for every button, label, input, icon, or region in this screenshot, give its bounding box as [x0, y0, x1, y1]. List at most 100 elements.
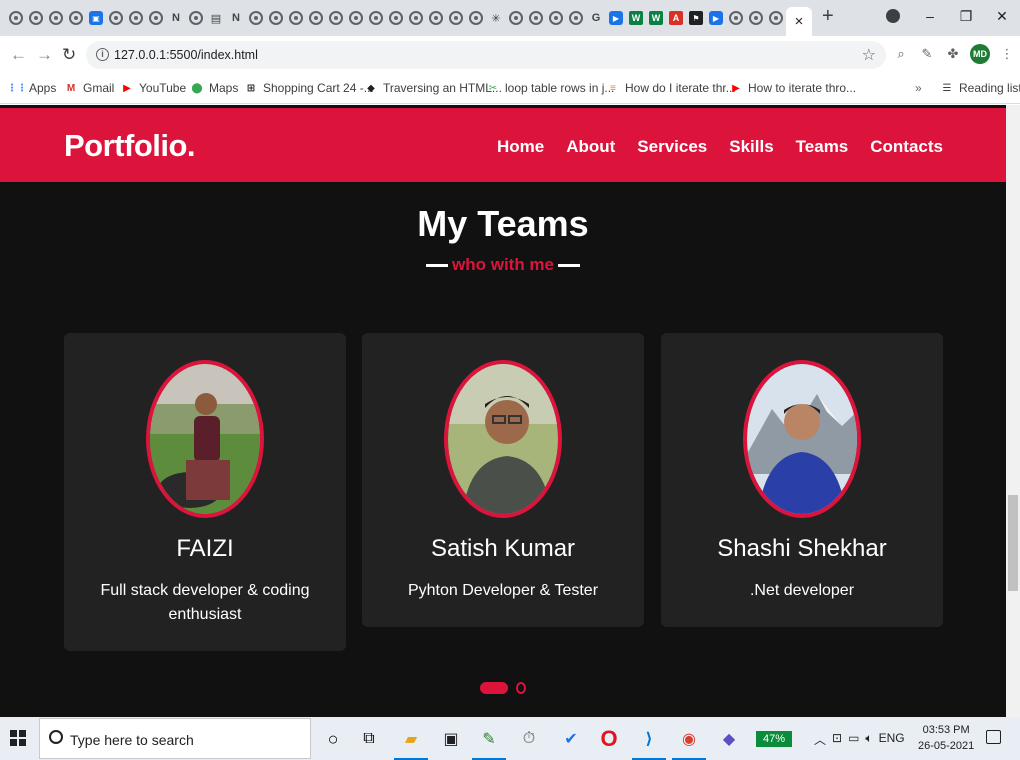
browser-tab[interactable] — [726, 7, 746, 29]
browser-tab[interactable] — [566, 7, 586, 29]
browser-tab[interactable] — [26, 7, 46, 29]
browser-tab[interactable] — [466, 7, 486, 29]
chrome-icon[interactable]: ◉ — [672, 726, 706, 760]
address-bar[interactable]: i 127.0.0.1:5500/index.html ☆ — [86, 41, 886, 69]
browser-tab[interactable]: ▶ — [706, 7, 726, 29]
zoom-ext-icon[interactable]: ⌕ — [892, 45, 910, 63]
taskbar-clock[interactable]: 03:53 PM 26-05-2021 — [918, 722, 974, 754]
browser-tab[interactable] — [526, 7, 546, 29]
nav-home[interactable]: Home — [497, 137, 544, 157]
browser-tab[interactable] — [406, 7, 426, 29]
puzzle-icon[interactable]: ✤ — [944, 45, 962, 63]
close-window-button[interactable]: ✕ — [984, 8, 1020, 25]
tray-device-icon[interactable]: ⊡ — [832, 731, 842, 748]
profile-avatar[interactable]: MD — [970, 44, 990, 64]
store-icon[interactable]: ▣ — [438, 726, 464, 752]
browser-tab[interactable]: ▤ — [206, 7, 226, 29]
browser-tab[interactable] — [446, 7, 466, 29]
browser-tab[interactable] — [146, 7, 166, 29]
reload-icon[interactable]: ↻ — [62, 45, 76, 65]
vscode-icon[interactable]: ⟩ — [632, 726, 666, 760]
browser-tab[interactable] — [286, 7, 306, 29]
bookmark-item[interactable]: ⬤ Maps — [190, 81, 238, 95]
browser-tab[interactable] — [306, 7, 326, 29]
battery-indicator[interactable]: 47% — [756, 731, 792, 747]
tray-chevron-icon[interactable]: ︿ — [814, 731, 826, 748]
windows-start-icon[interactable] — [10, 730, 26, 746]
browser-tab[interactable]: ✳ — [486, 7, 506, 29]
bookmark-item[interactable]: ▶ How to iterate thro... — [729, 81, 856, 95]
todo-icon[interactable]: ✔ — [558, 726, 584, 752]
pen-ext-icon[interactable]: ✎ — [918, 45, 936, 63]
kebab-menu-icon[interactable]: ⋮ — [998, 45, 1016, 63]
browser-tab[interactable] — [546, 7, 566, 29]
browser-tab[interactable] — [66, 7, 86, 29]
browser-tab[interactable]: N — [166, 7, 186, 29]
back-arrow-icon[interactable]: ← — [10, 45, 27, 65]
bookmark-item[interactable]: ◆ Traversing an HTML... — [364, 81, 502, 95]
page-scrollbar[interactable] — [1006, 105, 1020, 717]
site-logo[interactable]: Portfolio. — [64, 128, 196, 164]
bookmarks-overflow[interactable]: » — [915, 81, 922, 95]
browser-tab[interactable] — [266, 7, 286, 29]
notification-center-icon[interactable] — [986, 730, 1001, 744]
nav-teams[interactable]: Teams — [796, 137, 849, 157]
bookmark-item[interactable]: ⊞ Shopping Cart 24 -... — [244, 81, 374, 95]
nav-skills[interactable]: Skills — [729, 137, 773, 157]
bookmark-item[interactable]: ✂ loop table rows in j... — [486, 81, 615, 95]
task-view-icon[interactable]: ⧉ — [356, 726, 382, 752]
close-tab-icon[interactable]: × — [795, 13, 804, 30]
tray-battery-icon[interactable]: ▭ — [848, 731, 859, 748]
volume-icon[interactable]: 🔈︎ — [865, 731, 872, 748]
bookmark-item[interactable]: M Gmail — [64, 81, 115, 95]
browser-tab[interactable] — [426, 7, 446, 29]
app2-icon[interactable]: ◆ — [716, 726, 742, 752]
forward-arrow-icon[interactable]: → — [36, 45, 53, 65]
bookmark-item[interactable]: ≡ How do I iterate thr... — [606, 81, 736, 95]
nav-services[interactable]: Services — [637, 137, 707, 157]
reading-list-button[interactable]: ☰ Reading list — [940, 81, 1020, 95]
browser-tab[interactable] — [366, 7, 386, 29]
browser-tab[interactable]: W — [646, 7, 666, 29]
browser-tab[interactable]: W — [626, 7, 646, 29]
browser-tab[interactable] — [346, 7, 366, 29]
browser-tab[interactable]: A — [666, 7, 686, 29]
browser-tab[interactable] — [186, 7, 206, 29]
active-tab[interactable]: × — [786, 7, 812, 36]
browser-tab[interactable] — [106, 7, 126, 29]
browser-tab[interactable]: G — [586, 7, 606, 29]
browser-tab[interactable] — [746, 7, 766, 29]
nav-about[interactable]: About — [566, 137, 615, 157]
browser-tab[interactable] — [46, 7, 66, 29]
url-text[interactable]: 127.0.0.1:5500/index.html — [114, 48, 258, 62]
carousel-dot-active[interactable] — [480, 682, 508, 694]
bookmark-item[interactable]: ⋮⋮ Apps — [7, 81, 56, 95]
restore-button[interactable]: ❐ — [948, 8, 984, 25]
browser-tab[interactable]: N — [226, 7, 246, 29]
browser-tab[interactable] — [326, 7, 346, 29]
browser-tab[interactable] — [766, 7, 786, 29]
file-explorer-icon[interactable]: ▰ — [394, 726, 428, 760]
site-info-icon[interactable]: i — [96, 48, 109, 61]
cortana-icon[interactable]: ○ — [320, 726, 346, 752]
tab-search-icon[interactable] — [886, 9, 900, 23]
notepad-icon[interactable]: ✎ — [472, 726, 506, 760]
carousel-dot[interactable] — [516, 682, 526, 694]
scrollbar-thumb[interactable] — [1008, 495, 1018, 591]
browser-tab[interactable] — [386, 7, 406, 29]
nav-contacts[interactable]: Contacts — [870, 137, 943, 157]
language-indicator[interactable]: ENG — [879, 731, 905, 748]
opera-icon[interactable]: O — [596, 726, 622, 752]
taskbar-search-box[interactable]: Type here to search — [39, 718, 311, 759]
browser-tab[interactable]: ⚑ — [686, 7, 706, 29]
bookmark-star-icon[interactable]: ☆ — [862, 45, 876, 65]
new-tab-button[interactable]: + — [822, 5, 834, 28]
browser-tab[interactable]: ▣ — [86, 7, 106, 29]
browser-tab[interactable] — [6, 7, 26, 29]
app-icon[interactable]: ⏱ — [516, 726, 542, 752]
browser-tab[interactable]: ▶ — [606, 7, 626, 29]
browser-tab[interactable] — [506, 7, 526, 29]
minimize-button[interactable]: – — [912, 8, 948, 24]
bookmark-item[interactable]: ▶ YouTube — [120, 81, 186, 95]
browser-tab[interactable] — [246, 7, 266, 29]
